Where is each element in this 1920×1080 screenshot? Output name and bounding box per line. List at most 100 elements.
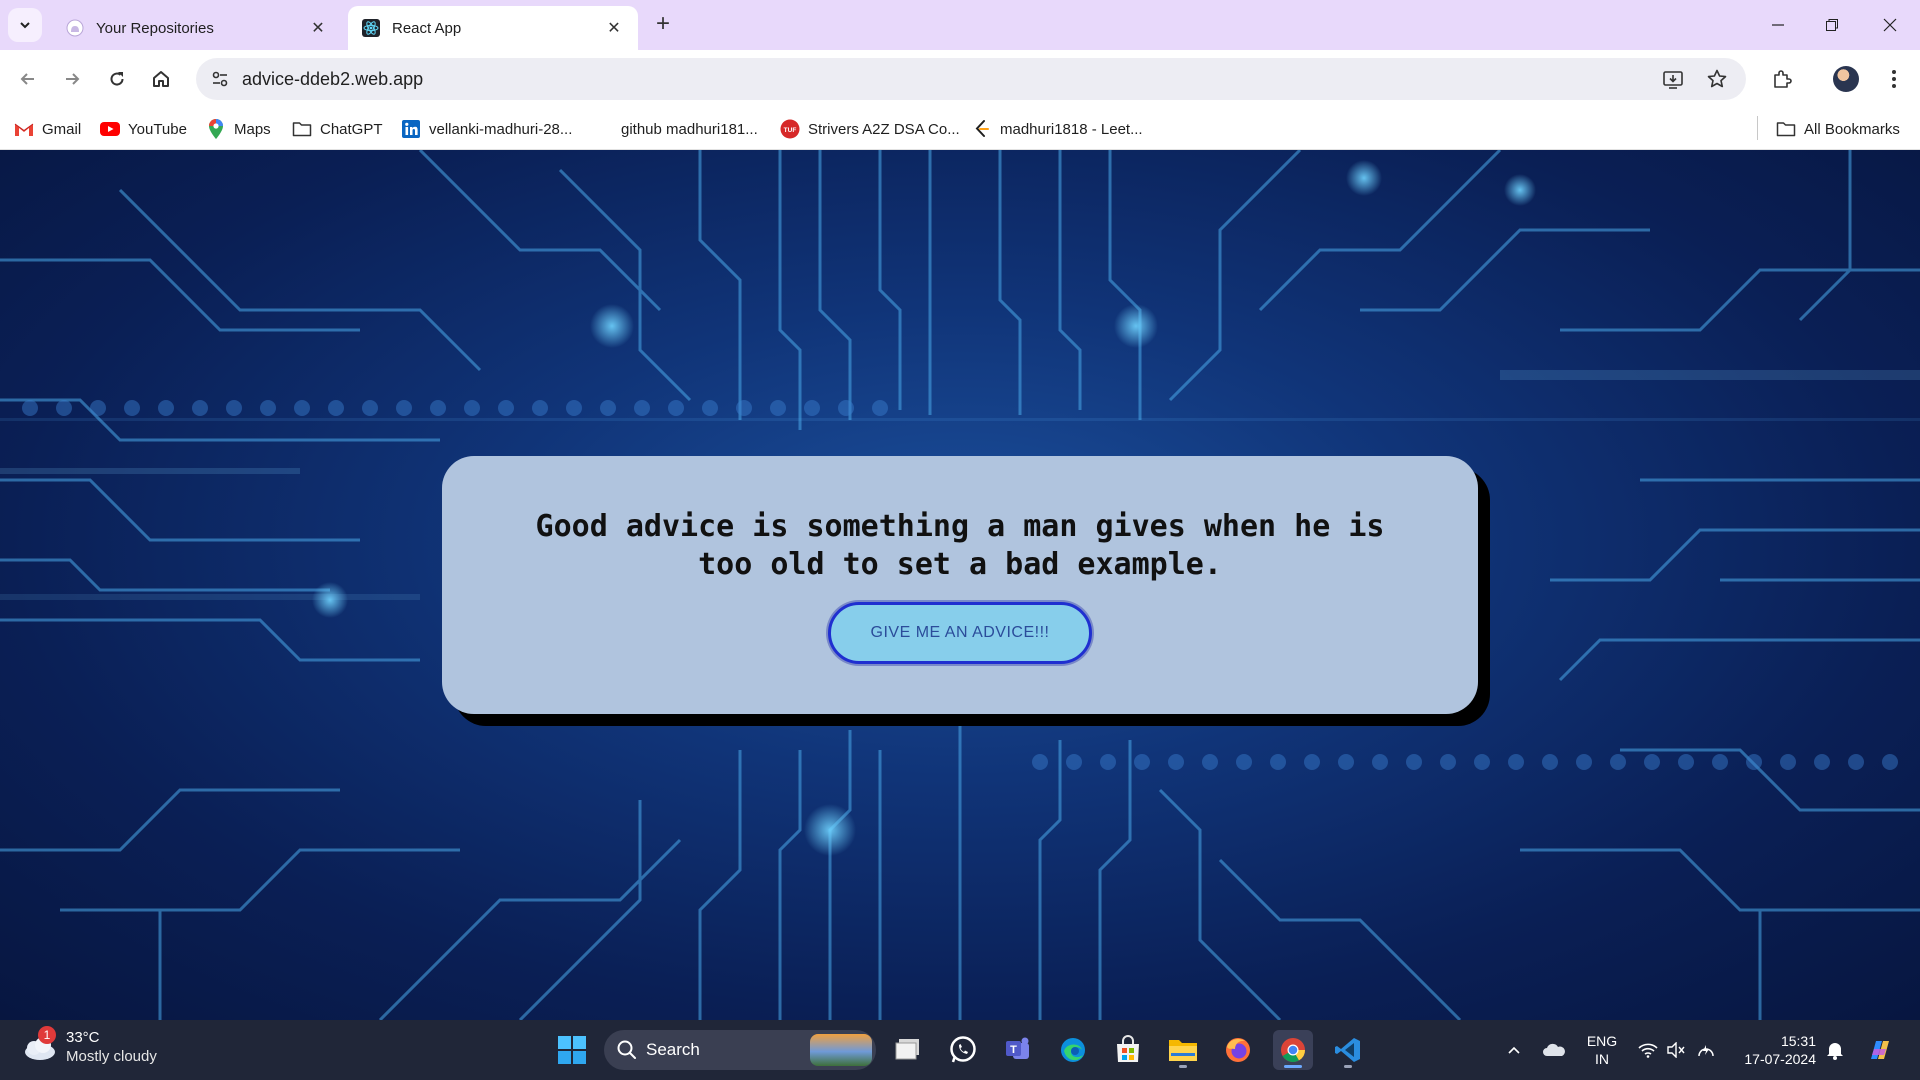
windows-icon <box>558 1036 586 1064</box>
svg-text:TUF: TUF <box>784 127 797 134</box>
reload-button[interactable] <box>99 61 135 97</box>
taskbar-whatsapp[interactable] <box>943 1030 983 1070</box>
taskbar-file-explorer[interactable] <box>1163 1030 1203 1070</box>
back-button[interactable] <box>10 61 46 97</box>
site-info-button[interactable] <box>200 59 240 99</box>
url-text: advice-ddeb2.web.app <box>242 68 424 89</box>
bookmark-label: ChatGPT <box>320 120 383 138</box>
language-code: ENG <box>1586 1033 1618 1049</box>
notifications-button[interactable] <box>1822 1030 1848 1070</box>
vscode-icon <box>1335 1038 1360 1062</box>
tune-icon <box>212 71 228 87</box>
bookmark-label: Maps <box>234 120 271 138</box>
taskbar-vscode[interactable] <box>1328 1030 1368 1070</box>
tab-your-repositories[interactable]: Your Repositories ✕ <box>52 6 342 50</box>
bell-icon <box>1827 1043 1843 1060</box>
star-icon <box>1707 69 1727 88</box>
new-tab-button[interactable]: + <box>650 12 676 38</box>
task-view-icon <box>895 1039 919 1060</box>
react-icon <box>362 19 380 37</box>
chrome-icon <box>1281 1038 1305 1063</box>
weather-widget[interactable]: 1 33°C Mostly cloudy <box>20 1026 157 1066</box>
bookmarks-separator <box>1757 116 1758 140</box>
search-label: Search <box>646 1040 700 1059</box>
onedrive-button[interactable] <box>1540 1030 1568 1070</box>
teams-icon: T <box>1006 1037 1029 1059</box>
tuf-icon: TUF <box>780 119 800 139</box>
bookmark-github[interactable]: github madhuri181... <box>621 118 758 140</box>
forward-button[interactable] <box>54 61 90 97</box>
language-indicator[interactable]: ENG IN <box>1584 1032 1620 1068</box>
weather-desc: Mostly cloudy <box>66 1048 157 1065</box>
taskbar-chrome[interactable] <box>1273 1030 1313 1070</box>
copilot-button[interactable] <box>1862 1030 1898 1070</box>
folder-icon <box>1169 1040 1197 1061</box>
battery-button[interactable] <box>1692 1030 1720 1070</box>
maps-icon <box>206 119 226 139</box>
taskbar-task-view[interactable] <box>889 1030 929 1070</box>
bookmark-folder-chatgpt[interactable]: ChatGPT <box>292 118 383 140</box>
bookmark-label: vellanki-madhuri-28... <box>429 120 573 138</box>
search-icon <box>617 1040 636 1059</box>
taskbar-search[interactable]: Search <box>604 1030 876 1070</box>
address-bar[interactable]: advice-ddeb2.web.app <box>196 58 1746 100</box>
bookmarks-bar: Gmail YouTube Maps ChatGPT vellanki-madh… <box>0 108 1920 150</box>
all-bookmarks-button[interactable]: All Bookmarks <box>1776 118 1900 140</box>
extensions-button[interactable] <box>1764 61 1800 97</box>
menu-button[interactable] <box>1876 61 1912 97</box>
search-highlight-image <box>810 1034 872 1066</box>
home-button[interactable] <box>143 61 179 97</box>
bookmark-striver[interactable]: TUF Strivers A2Z DSA Co... <box>780 118 960 140</box>
whatsapp-icon <box>950 1036 976 1063</box>
install-icon <box>1663 71 1683 89</box>
profile-button[interactable] <box>1828 61 1864 97</box>
linkedin-icon <box>401 120 421 138</box>
start-button[interactable] <box>556 1034 588 1066</box>
tab-search-button[interactable] <box>8 8 42 42</box>
active-indicator <box>1284 1065 1302 1068</box>
taskbar-teams[interactable]: T <box>998 1030 1038 1070</box>
install-app-button[interactable] <box>1658 64 1688 94</box>
bookmark-youtube[interactable]: YouTube <box>100 118 187 140</box>
tab-react-app[interactable]: React App ✕ <box>348 6 638 50</box>
restore-button[interactable] <box>1806 8 1858 42</box>
firefox-icon <box>1226 1038 1250 1062</box>
restore-icon <box>1826 19 1838 31</box>
bookmark-leetcode[interactable]: madhuri1818 - Leet... <box>972 118 1143 140</box>
home-icon <box>153 71 169 87</box>
app-viewport: Good advice is something a man gives whe… <box>0 150 1920 1020</box>
get-advice-button[interactable]: GIVE ME AN ADVICE!!! <box>828 602 1092 664</box>
bookmark-label: Strivers A2Z DSA Co... <box>808 120 960 138</box>
bookmark-linkedin[interactable]: vellanki-madhuri-28... <box>401 118 572 140</box>
bookmark-label: madhuri1818 - Leet... <box>1000 120 1143 138</box>
taskbar-edge[interactable] <box>1053 1030 1093 1070</box>
bookmark-maps[interactable]: Maps <box>206 118 271 140</box>
weather-temp: 33°C <box>66 1029 100 1046</box>
clock-date: 17-07-2024 <box>1744 1051 1816 1067</box>
avatar <box>1833 66 1859 92</box>
battery-charging-icon <box>1698 1045 1714 1057</box>
close-tab-icon[interactable]: ✕ <box>604 18 624 38</box>
close-tab-icon[interactable]: ✕ <box>308 18 328 38</box>
wifi-button[interactable] <box>1634 1030 1662 1070</box>
show-hidden-icons-button[interactable] <box>1502 1030 1526 1070</box>
bookmark-star-button[interactable] <box>1702 64 1732 94</box>
running-indicator <box>1179 1065 1187 1068</box>
clock[interactable]: 15:31 17-07-2024 <box>1736 1032 1816 1068</box>
taskbar-firefox[interactable] <box>1218 1030 1258 1070</box>
bookmark-label: github madhuri181... <box>621 120 758 138</box>
bookmark-label: YouTube <box>128 120 187 138</box>
minimize-button[interactable] <box>1752 8 1804 42</box>
youtube-icon <box>100 120 120 138</box>
chevron-down-icon <box>20 22 30 29</box>
arrow-left-icon <box>20 73 34 85</box>
bookmark-gmail[interactable]: Gmail <box>14 118 81 140</box>
browser-toolbar: advice-ddeb2.web.app <box>0 50 1920 108</box>
language-region: IN <box>1595 1051 1609 1067</box>
arrow-right-icon <box>66 73 80 85</box>
volume-button[interactable] <box>1662 1030 1690 1070</box>
taskbar-store[interactable] <box>1108 1030 1148 1070</box>
taskbar: 1 33°C Mostly cloudy Search T ENG IN 15:… <box>0 1020 1920 1080</box>
close-window-button[interactable] <box>1864 8 1916 42</box>
puzzle-icon <box>1774 70 1792 88</box>
